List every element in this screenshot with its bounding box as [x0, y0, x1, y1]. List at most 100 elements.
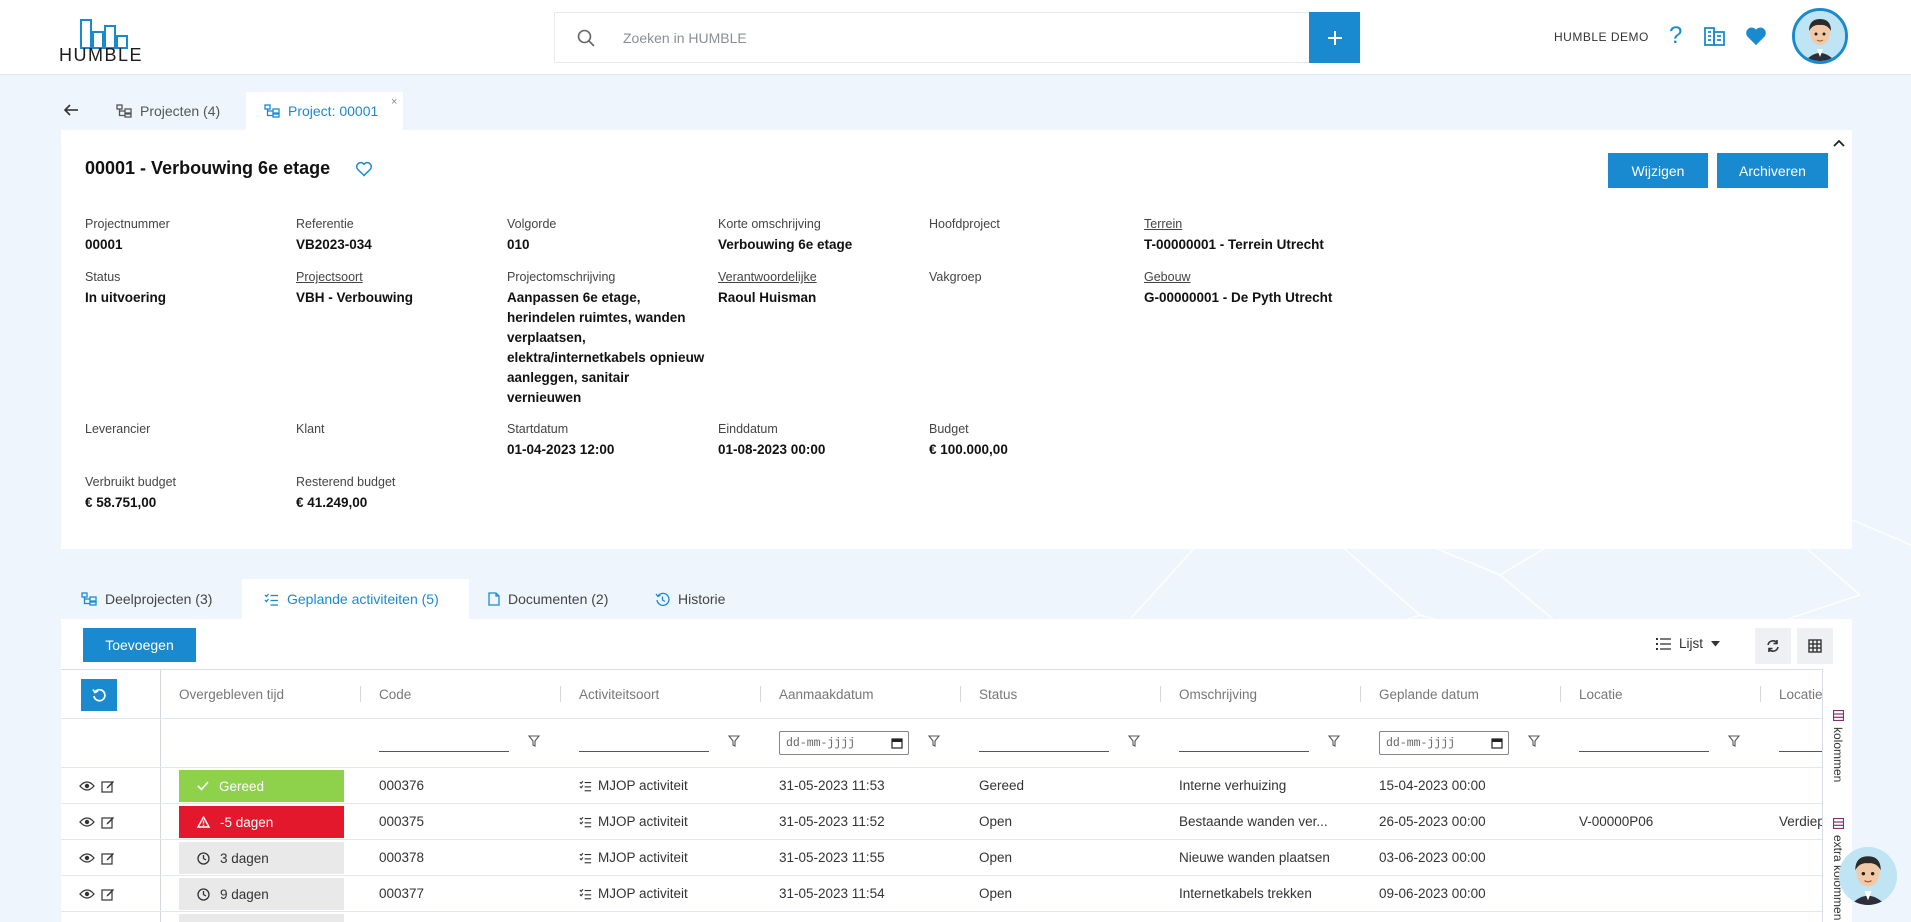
- project-detail-card: 00001 - Verbouwing 6e etage Wijzigen Arc…: [61, 130, 1852, 549]
- cell-activiteitsoort: MJOP activiteit: [579, 840, 749, 875]
- user-name[interactable]: HUMBLE DEMO: [1554, 30, 1649, 44]
- tab-historie[interactable]: Historie: [640, 579, 750, 619]
- table-row[interactable]: [61, 912, 1823, 922]
- edit-icon[interactable]: [101, 779, 115, 793]
- column-resize-handle[interactable]: [1160, 686, 1161, 702]
- filter-icon[interactable]: [528, 735, 540, 747]
- grid-view-button[interactable]: [1797, 628, 1833, 664]
- table-row[interactable]: 3 dagen 000378 MJOP activiteit 31-05-202…: [61, 840, 1823, 876]
- refresh-table-button[interactable]: [1755, 628, 1791, 664]
- column-header-overgebleven[interactable]: Overgebleven tijd: [179, 670, 349, 718]
- cell-locatie: [1579, 768, 1749, 803]
- column-resize-handle[interactable]: [360, 686, 361, 702]
- cell-locatie: V-00000P06: [1579, 814, 1654, 829]
- filter-date-geplande-datum[interactable]: dd-mm-jjjj: [1379, 731, 1509, 755]
- reset-filters-button[interactable]: [81, 679, 117, 711]
- view-eye-icon[interactable]: [79, 816, 95, 828]
- help-icon[interactable]: ?: [1669, 22, 1682, 50]
- columns-toggle[interactable]: kolommen: [1831, 710, 1845, 782]
- column-header-aanmaakdatum[interactable]: Aanmaakdatum: [779, 670, 929, 718]
- column-header-locatie[interactable]: Locatie: [1579, 670, 1729, 718]
- table-filter-row: dd-mm-jjjj dd-mm-jjjj: [61, 719, 1823, 768]
- filter-date-aanmaakdatum[interactable]: dd-mm-jjjj: [779, 731, 909, 755]
- quick-add-button[interactable]: [1309, 12, 1360, 63]
- filter-input-code[interactable]: [379, 751, 509, 752]
- cell-activiteitsoort: MJOP activiteit: [579, 768, 749, 803]
- view-eye-icon[interactable]: [79, 852, 95, 864]
- activities-table: Overgebleven tijd Code Activiteitsoort A…: [61, 669, 1823, 922]
- add-activity-button[interactable]: Toevoegen: [83, 628, 196, 662]
- view-mode-select[interactable]: Lijst: [1656, 636, 1721, 651]
- view-eye-icon[interactable]: [79, 888, 95, 900]
- clock-icon: [197, 851, 210, 865]
- column-resize-handle[interactable]: [560, 686, 561, 702]
- calendar-icon[interactable]: [891, 737, 903, 749]
- cell-code: 000376: [379, 778, 425, 793]
- archive-button[interactable]: Archiveren: [1717, 153, 1828, 188]
- project-tree-icon: [264, 104, 280, 118]
- tab-geplande-activiteiten[interactable]: Geplande activiteiten (5): [242, 579, 469, 619]
- warning-icon: [197, 816, 210, 828]
- edit-button[interactable]: Wijzigen: [1608, 153, 1708, 188]
- filter-input-omschrijving[interactable]: [1179, 751, 1309, 752]
- column-resize-handle[interactable]: [760, 686, 761, 702]
- field-hoofdproject: Hoofdproject: [929, 217, 1000, 231]
- table-grid-icon: [1808, 639, 1822, 653]
- cell-aanmaakdatum: 31-05-2023 11:54: [779, 886, 885, 901]
- filter-input-locatie-2[interactable]: [1779, 751, 1823, 752]
- document-icon: [488, 592, 500, 606]
- projectsoort-link[interactable]: Projectsoort: [296, 270, 413, 284]
- remaining-time-badge: Gereed: [179, 770, 344, 802]
- filter-icon[interactable]: [1128, 735, 1140, 747]
- filter-icon[interactable]: [1728, 735, 1740, 747]
- tab-projects[interactable]: Projecten (4): [106, 92, 246, 130]
- chat-assistant-button[interactable]: [1839, 847, 1897, 905]
- table-row[interactable]: -5 dagen 000375 MJOP activiteit 31-05-20…: [61, 804, 1823, 840]
- cell-geplande-datum: 15-04-2023 00:00: [1379, 778, 1486, 793]
- back-arrow-icon[interactable]: [63, 103, 79, 117]
- cell-status: Open: [979, 850, 1013, 865]
- filter-input-locatie[interactable]: [1579, 751, 1709, 752]
- table-row[interactable]: Gereed 000376 MJOP activiteit 31-05-2023…: [61, 768, 1823, 804]
- filter-icon[interactable]: [1528, 735, 1540, 747]
- gebouw-link[interactable]: Gebouw: [1144, 270, 1332, 284]
- verantwoordelijke-link[interactable]: Verantwoordelijke: [718, 270, 817, 284]
- terrein-link[interactable]: Terrein: [1144, 217, 1324, 231]
- field-einddatum: Einddatum 01-08-2023 00:00: [718, 422, 826, 457]
- tab-project-00001[interactable]: Project: 00001: [246, 92, 403, 130]
- view-eye-icon[interactable]: [79, 780, 95, 792]
- column-resize-handle[interactable]: [1560, 686, 1561, 702]
- tab-documenten[interactable]: Documenten (2): [470, 579, 630, 619]
- task-list-icon: [264, 593, 278, 606]
- search-input[interactable]: [623, 13, 1263, 62]
- column-header-activiteitsoort[interactable]: Activiteitsoort: [579, 670, 729, 718]
- favorite-heart-icon[interactable]: [355, 161, 373, 177]
- column-resize-handle[interactable]: [1760, 686, 1761, 702]
- tab-deelprojecten-label: Deelprojecten (3): [105, 591, 213, 607]
- edit-icon[interactable]: [101, 815, 115, 829]
- heart-icon[interactable]: [1745, 26, 1767, 46]
- table-row[interactable]: 9 dagen 000377 MJOP activiteit 31-05-202…: [61, 876, 1823, 912]
- edit-icon[interactable]: [101, 851, 115, 865]
- filter-input-status[interactable]: [979, 751, 1109, 752]
- page-title: 00001 - Verbouwing 6e etage: [85, 158, 331, 178]
- buildings-icon[interactable]: [1703, 24, 1727, 48]
- column-resize-handle[interactable]: [960, 686, 961, 702]
- tab-close-icon[interactable]: ×: [391, 96, 397, 108]
- tab-deelprojecten[interactable]: Deelprojecten (3): [61, 579, 241, 619]
- cell-code: 000375: [379, 814, 425, 829]
- edit-icon[interactable]: [101, 887, 115, 901]
- calendar-icon[interactable]: [1491, 737, 1503, 749]
- column-header-omschrijving[interactable]: Omschrijving: [1179, 670, 1329, 718]
- column-header-code[interactable]: Code: [379, 670, 529, 718]
- column-header-geplande-datum[interactable]: Geplande datum: [1379, 670, 1529, 718]
- column-header-locatie-2[interactable]: Locatie: [1779, 670, 1823, 718]
- filter-input-activiteitsoort[interactable]: [579, 751, 709, 752]
- column-resize-handle[interactable]: [1360, 686, 1361, 702]
- filter-icon[interactable]: [928, 735, 940, 747]
- filter-icon[interactable]: [728, 735, 740, 747]
- column-header-status[interactable]: Status: [979, 670, 1129, 718]
- chevron-up-icon[interactable]: [1832, 138, 1846, 148]
- user-avatar[interactable]: [1792, 8, 1848, 64]
- filter-icon[interactable]: [1328, 735, 1340, 747]
